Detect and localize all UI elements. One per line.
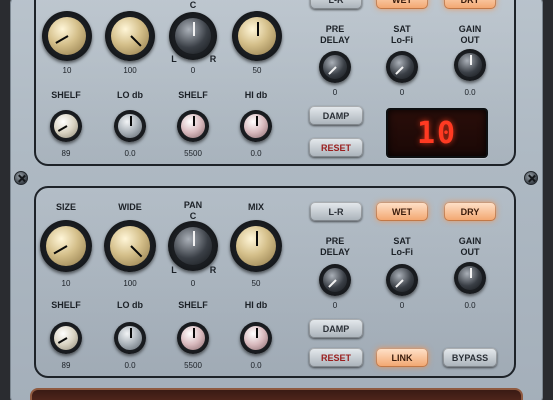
top-sat-label: SAT Lo-Fi [391,24,413,45]
bottom-size-label: SIZE [55,202,77,212]
top-mix-knob[interactable] [232,11,282,61]
bottom-lodb-label: LO db [117,300,143,310]
top-lodb-knob[interactable] [114,110,146,142]
bottom-hishelf-value: 5500 [184,361,202,370]
top-hidb-pointer [256,116,258,126]
bottom-lowshelf-value: 89 [61,361,71,370]
top-hidb-label: HI db [244,90,268,100]
top-hidb-knob[interactable] [240,110,272,142]
bottom-wide-value: 100 [123,279,137,288]
bottom-lowshelf-knob[interactable] [50,322,82,354]
top-lowshelf-value: 89 [61,149,71,158]
top-gainout-label: GAIN OUT [458,24,482,45]
bottom-predelay-knob[interactable] [319,264,351,296]
bottom-dry-button[interactable]: DRY [444,202,496,221]
bottom-wide-label: WIDE [118,202,142,212]
top-lr-button[interactable]: L-R [310,0,362,9]
top-hishelf-knob[interactable] [177,110,209,142]
bottom-gainout-knob[interactable] [454,262,486,294]
top-mix-pointer [257,22,259,36]
top-reset-button[interactable]: RESET [309,138,363,157]
top-lodb-pointer [130,116,132,126]
top-sat-knob[interactable] [386,51,418,83]
bottom-mix-knob[interactable] [230,220,282,272]
bottom-lodb-knob[interactable] [114,322,146,354]
bottom-size-knob[interactable] [40,220,92,272]
top-lodb-label: LO db [117,90,143,100]
bottom-bypass-button[interactable]: BYPASS [443,348,497,367]
bottom-hidb-value: 0.0 [250,361,262,370]
bottom-sat-value: 0 [399,301,405,310]
top-dry-button[interactable]: DRY [444,0,496,9]
top-size-knob[interactable] [42,11,92,61]
bottom-pan-right-label: R [209,265,217,275]
top-predelay-knob[interactable] [319,51,351,83]
top-lodb-value: 0.0 [124,149,136,158]
bottom-strip [30,388,523,400]
bottom-predelay-value: 0 [332,301,338,310]
bottom-lodb-value: 0.0 [124,361,136,370]
preset-lcd-value: 10 [416,115,458,151]
top-pan-left-label: L [171,54,177,64]
bottom-pan-label: PAN C [183,200,203,221]
bottom-pan-value: 0 [190,279,196,288]
bottom-sat-label: SAT Lo-Fi [391,236,413,257]
bottom-link-button[interactable]: LINK [376,348,428,367]
bottom-lowshelf-label: SHELF [51,300,81,310]
top-predelay-label: PRE DELAY [320,24,350,45]
bottom-hidb-knob[interactable] [240,322,272,354]
bottom-mix-label: MIX [247,202,265,212]
bottom-mix-pointer [256,231,258,246]
bottom-sat-knob[interactable] [386,264,418,296]
top-predelay-value: 0 [332,88,338,97]
top-hishelf-pointer [193,116,195,126]
top-gainout-knob[interactable] [454,49,486,81]
top-pan-knob[interactable] [169,12,217,60]
bottom-lr-button[interactable]: L-R [310,202,362,221]
bottom-gainout-label: GAIN OUT [458,236,482,257]
bottom-pan-knob[interactable] [168,221,218,271]
bottom-lodb-pointer [130,328,132,338]
preset-lcd-display: 10 [386,108,488,158]
bottom-wet-button[interactable]: WET [376,202,428,221]
bottom-gainout-pointer [470,268,472,278]
top-hidb-value: 0.0 [250,149,262,158]
bottom-hishelf-knob[interactable] [177,322,209,354]
top-hishelf-label: SHELF [178,90,208,100]
screw-left-icon [14,171,28,185]
top-size-value: 10 [62,66,72,75]
screw-right-icon [524,171,538,185]
bottom-wide-knob[interactable] [104,220,156,272]
bottom-hidb-pointer [256,328,258,338]
top-pan-right-label: R [209,54,217,64]
top-wide-knob[interactable] [105,11,155,61]
top-pan-pointer [193,22,195,36]
bottom-hidb-label: HI db [244,300,268,310]
top-pan-value: 0 [190,66,196,75]
top-hishelf-value: 5500 [184,149,202,158]
top-gainout-value: 0.0 [464,88,476,97]
bottom-hishelf-pointer [193,328,195,338]
bottom-hishelf-label: SHELF [178,300,208,310]
top-lowshelf-knob[interactable] [50,110,82,142]
top-damp-button[interactable]: DAMP [309,106,363,125]
top-gainout-pointer [470,55,472,65]
bottom-pan-left-label: L [171,265,177,275]
bottom-damp-button[interactable]: DAMP [309,319,363,338]
bottom-size-value: 10 [61,279,71,288]
top-wide-value: 100 [123,66,137,75]
bottom-reset-button[interactable]: RESET [309,348,363,367]
top-pan-center-label: C [189,0,197,10]
bottom-gainout-value: 0.0 [464,301,476,310]
top-lowshelf-label: SHELF [51,90,81,100]
top-wet-button[interactable]: WET [376,0,428,9]
top-sat-value: 0 [399,88,405,97]
top-mix-value: 50 [252,66,262,75]
bottom-mix-value: 50 [251,279,261,288]
bottom-predelay-label: PRE DELAY [320,236,350,257]
bottom-pan-pointer [193,231,195,246]
